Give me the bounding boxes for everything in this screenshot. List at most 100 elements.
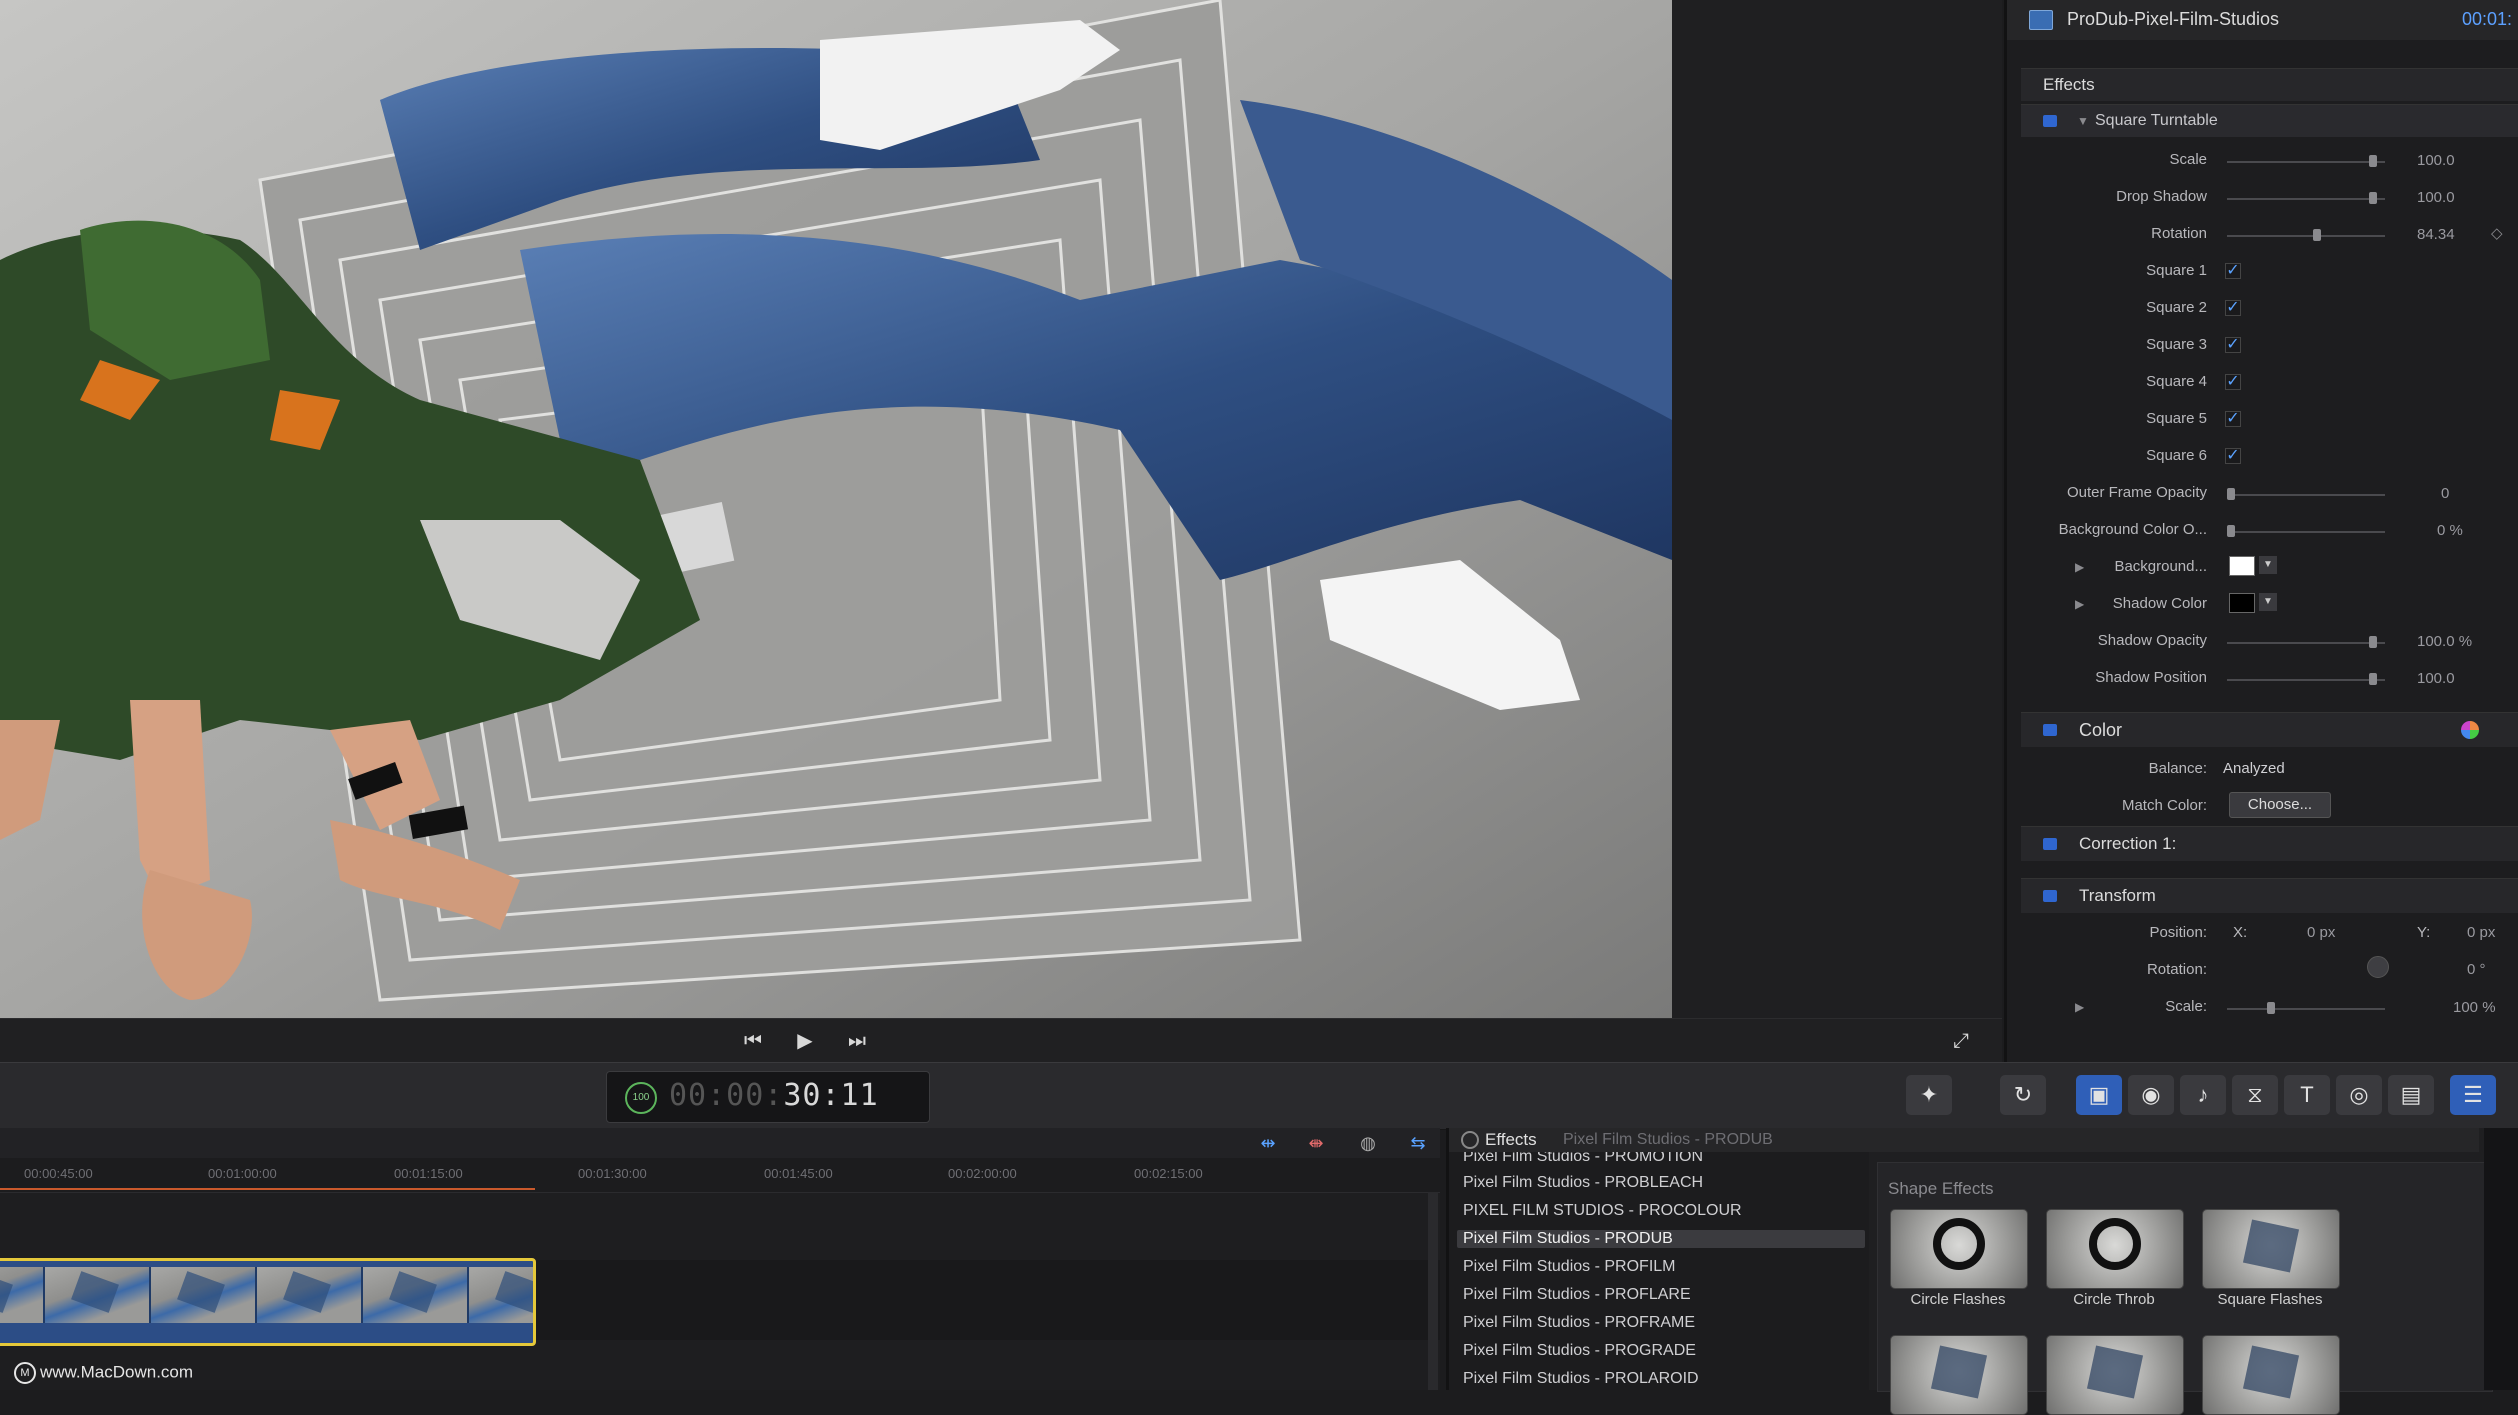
effect-thumb[interactable] xyxy=(1890,1335,2028,1415)
square-1-checkbox[interactable]: ✓ xyxy=(2225,263,2241,279)
square-3-checkbox[interactable]: ✓ xyxy=(2225,337,2241,353)
shadow-position-slider[interactable] xyxy=(2227,673,2385,685)
effect-thumb[interactable] xyxy=(2046,1335,2184,1415)
drop-shadow-value[interactable]: 100.0 xyxy=(2417,189,2455,206)
effects-browser: Effects Pixel Film Studios - PRODUB Pixe… xyxy=(1446,1128,2518,1415)
effects-browser-icon[interactable]: ☰ xyxy=(2450,1075,2496,1115)
transform-scale-label: Scale: xyxy=(2165,998,2207,1015)
drop-shadow-slider[interactable] xyxy=(2227,192,2385,204)
themes-icon[interactable]: ▤ xyxy=(2388,1075,2434,1115)
chevron-down-icon[interactable]: ▼ xyxy=(2259,593,2277,611)
choose-button[interactable]: Choose... xyxy=(2229,792,2331,818)
ruler-tick: 00:01:00:00 xyxy=(208,1166,277,1181)
outer-frame-opacity-value[interactable]: 0 xyxy=(2441,485,2449,502)
effect-thumb-circle-throb[interactable] xyxy=(2046,1209,2184,1289)
clip-title: ProDub-Pixel-Film-Studios xyxy=(2067,9,2280,29)
solo-icon[interactable]: ⇆ xyxy=(1404,1132,1432,1154)
slider-knob[interactable] xyxy=(2369,192,2377,204)
disclosure-triangle-icon[interactable]: ▼ xyxy=(2077,114,2089,128)
next-frame-button[interactable]: ⏭ xyxy=(840,1027,874,1055)
snapping-icon[interactable]: ⇹ xyxy=(1254,1132,1282,1154)
shadow-opacity-value[interactable]: 100.0 % xyxy=(2417,633,2472,650)
slider-knob[interactable] xyxy=(2369,673,2377,685)
previous-frame-button[interactable]: ⏮ xyxy=(736,1027,770,1055)
position-y-value[interactable]: 0 px xyxy=(2467,924,2495,941)
scale-value[interactable]: 100.0 xyxy=(2417,152,2455,169)
transitions-icon[interactable]: ⧖ xyxy=(2232,1075,2278,1115)
effects-category-list[interactable]: Pixel Film Studios - PROMOTION Pixel Fil… xyxy=(1449,1152,1869,1390)
list-item[interactable]: Pixel Film Studios - PROGRADE xyxy=(1463,1342,1696,1360)
rotation-slider[interactable] xyxy=(2227,229,2385,241)
square-2-checkbox[interactable]: ✓ xyxy=(2225,300,2241,316)
rotation-value[interactable]: 0 ° xyxy=(2467,961,2486,978)
outer-frame-opacity-slider[interactable] xyxy=(2227,488,2385,500)
color-section-header[interactable]: Color xyxy=(2021,712,2518,747)
slider-knob[interactable] xyxy=(2267,1002,2275,1014)
list-item[interactable]: Pixel Film Studios - PROBLEACH xyxy=(1463,1174,1703,1192)
background-color-opacity-value[interactable]: 0 % xyxy=(2437,522,2463,539)
color-board-icon[interactable] xyxy=(2461,721,2479,739)
fullscreen-button[interactable]: ⤢ xyxy=(1944,1027,1978,1055)
shadow-position-value[interactable]: 100.0 xyxy=(2417,670,2455,687)
correction-enable-checkbox[interactable] xyxy=(2043,838,2057,850)
media-browser-icon[interactable]: ▣ xyxy=(2076,1075,2122,1115)
skimming-icon[interactable]: ⇼ xyxy=(1302,1132,1330,1154)
percent-indicator: 100 xyxy=(625,1082,657,1114)
slider-knob[interactable] xyxy=(2369,155,2377,167)
audio-skimming-icon[interactable]: ◍ xyxy=(1354,1132,1382,1154)
slider-knob[interactable] xyxy=(2227,525,2235,537)
timeline-header: ⇹ ⇼ ◍ ⇆ xyxy=(0,1128,1440,1159)
keyframe-icon[interactable]: ◇ xyxy=(2491,224,2503,242)
effect-thumb-square-flashes[interactable] xyxy=(2202,1209,2340,1289)
transform-scale-value[interactable]: 100 % xyxy=(2453,999,2496,1016)
slider-knob[interactable] xyxy=(2369,636,2377,648)
square-4-checkbox[interactable]: ✓ xyxy=(2225,374,2241,390)
slider-knob[interactable] xyxy=(2227,488,2235,500)
shadow-position-label: Shadow Position xyxy=(2095,669,2207,686)
scale-slider[interactable] xyxy=(2227,155,2385,167)
list-item[interactable]: Pixel Film Studios - PROFRAME xyxy=(1463,1314,1695,1332)
transform-scale-slider[interactable] xyxy=(2227,1002,2385,1014)
position-x-value[interactable]: 0 px xyxy=(2307,924,2335,941)
retime-icon[interactable]: ↻ xyxy=(2000,1075,2046,1115)
color-enable-checkbox[interactable] xyxy=(2043,724,2057,736)
effect-thumb[interactable] xyxy=(2202,1335,2340,1415)
timeline[interactable]: ⇹ ⇼ ◍ ⇆ 00:00:45:00 00:01:00:00 00:01:15… xyxy=(0,1128,1440,1390)
square-6-checkbox[interactable]: ✓ xyxy=(2225,448,2241,464)
list-item[interactable]: Pixel Film Studios - PROFLARE xyxy=(1463,1286,1691,1304)
effect-enable-checkbox[interactable] xyxy=(2043,115,2057,127)
ruler-tick: 00:02:00:00 xyxy=(948,1166,1017,1181)
slider-knob[interactable] xyxy=(2313,229,2321,241)
video-clip[interactable] xyxy=(0,1258,536,1346)
list-item[interactable]: Pixel Film Studios - PROFILM xyxy=(1463,1258,1675,1276)
shadow-color-swatch[interactable] xyxy=(2229,593,2255,613)
transform-enable-checkbox[interactable] xyxy=(2043,890,2057,902)
rotation-dial[interactable] xyxy=(2367,956,2389,978)
camera-icon[interactable]: ◉ xyxy=(2128,1075,2174,1115)
rotation-value[interactable]: 84.34 xyxy=(2417,226,2455,243)
list-item[interactable]: Pixel Film Studios - PROLAROID xyxy=(1463,1370,1699,1388)
music-icon[interactable]: ♪ xyxy=(2180,1075,2226,1115)
filmstrip-frame xyxy=(363,1267,469,1323)
background-color-swatch[interactable] xyxy=(2229,556,2255,576)
correction-section-header[interactable]: Correction 1: xyxy=(2021,826,2518,861)
magic-wand-icon[interactable]: ✦ xyxy=(1906,1075,1952,1115)
play-range-bar xyxy=(0,1188,535,1190)
list-item-selected[interactable]: Pixel Film Studios - PRODUB xyxy=(1457,1230,1865,1248)
shadow-opacity-slider[interactable] xyxy=(2227,636,2385,648)
titles-icon[interactable]: T xyxy=(2284,1075,2330,1115)
play-button[interactable]: ▶ xyxy=(788,1027,822,1055)
balance-label: Balance: xyxy=(2148,760,2207,777)
effect-thumb-circle-flashes[interactable] xyxy=(1890,1209,2028,1289)
background-color-opacity-slider[interactable] xyxy=(2227,525,2385,537)
square-5-checkbox[interactable]: ✓ xyxy=(2225,411,2241,427)
video-viewer[interactable] xyxy=(0,0,1672,1018)
dashboard-timecode[interactable]: 100 00:00:30:11 xyxy=(606,1071,930,1123)
transform-section-header[interactable]: Transform xyxy=(2021,878,2518,913)
list-item[interactable]: PIXEL FILM STUDIOS - PROCOLOUR xyxy=(1463,1202,1742,1220)
effect-square-turntable[interactable]: ▼ Square Turntable xyxy=(2021,104,2518,137)
generators-icon[interactable]: ◎ xyxy=(2336,1075,2382,1115)
chevron-down-icon[interactable]: ▼ xyxy=(2259,556,2277,574)
list-item[interactable]: Pixel Film Studios - PROMOTION xyxy=(1463,1152,1703,1166)
timeline-scrollbar[interactable] xyxy=(1428,1192,1438,1390)
